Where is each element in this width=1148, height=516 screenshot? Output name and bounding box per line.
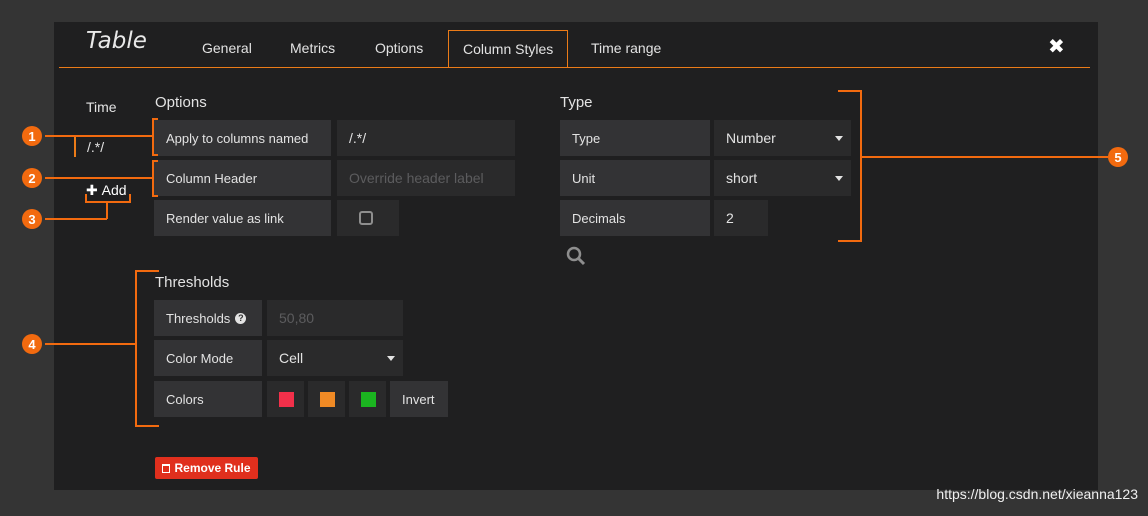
column-header-input[interactable]: Override header label [337, 160, 515, 196]
callout-line [45, 218, 107, 220]
unit-select-value: short [726, 170, 758, 186]
callout-bracket [152, 195, 158, 197]
thresholds-title: Thresholds [155, 274, 230, 291]
tab-general[interactable]: General [202, 40, 252, 56]
color-mode-value: Cell [279, 350, 304, 366]
color-swatch-fill [361, 392, 376, 407]
trash-icon [162, 463, 171, 473]
thresholds-label-text: Thresholds [166, 310, 231, 326]
caret-down-icon [835, 176, 843, 181]
callout-line [45, 343, 135, 345]
color-mode-select[interactable]: Cell [267, 340, 403, 376]
callout-bracket [106, 201, 108, 219]
unit-select[interactable]: short [714, 160, 851, 196]
decimals-label: Decimals [560, 200, 710, 236]
tab-metrics[interactable]: Metrics [290, 40, 335, 56]
close-icon[interactable]: ✖ [1048, 34, 1065, 59]
caret-down-icon [387, 356, 395, 361]
unit-label: Unit [560, 160, 710, 196]
colors-label: Colors [154, 381, 262, 417]
type-label: Type [560, 120, 710, 156]
tab-underline [59, 67, 1090, 68]
callout-badge: 2 [22, 168, 42, 188]
add-rule-button[interactable]: ✚ Add [86, 182, 127, 199]
options-title: Options [155, 94, 207, 111]
type-select[interactable]: Number [714, 120, 851, 156]
callout-badge: 5 [1108, 147, 1128, 167]
caret-down-icon [835, 136, 843, 141]
invert-button[interactable]: Invert [390, 381, 448, 417]
callout-line [45, 177, 152, 179]
tab-time-range[interactable]: Time range [591, 40, 661, 56]
type-select-value: Number [726, 130, 776, 146]
callout-bracket [135, 270, 137, 427]
color-swatch-3[interactable] [349, 381, 386, 417]
callout-line [862, 156, 1108, 158]
callout-bracket [85, 194, 87, 203]
color-swatch-fill [279, 392, 294, 407]
callout-bracket [135, 425, 159, 427]
callout-bracket [152, 118, 154, 155]
column-header-label: Column Header [154, 160, 331, 196]
decimals-input[interactable]: 2 [714, 200, 768, 236]
remove-rule-button[interactable]: Remove Rule [155, 457, 258, 479]
callout-badge: 1 [22, 126, 42, 146]
add-rule-label: Add [101, 182, 127, 198]
callout-bracket [135, 270, 159, 272]
rule-item[interactable]: /.*/ [87, 139, 104, 155]
type-title: Type [560, 94, 593, 111]
callout-bracket [838, 90, 862, 92]
tab-column-styles[interactable]: Column Styles [448, 30, 569, 67]
watermark: https://blog.csdn.net/xieanna123 [936, 486, 1138, 502]
callout-bracket [838, 240, 862, 242]
callout-bracket [129, 194, 131, 203]
callout-bracket [152, 160, 154, 197]
callout-line [45, 135, 152, 137]
callout-bracket [152, 154, 158, 156]
tab-options[interactable]: Options [375, 40, 423, 56]
plus-icon: ✚ [86, 182, 98, 198]
color-swatch-1[interactable] [267, 381, 304, 417]
callout-bracket [152, 160, 158, 162]
callout-badge: 4 [22, 334, 42, 354]
render-link-checkbox[interactable] [337, 200, 399, 236]
rules-header: Time [86, 99, 117, 115]
search-icon[interactable] [566, 246, 586, 266]
checkbox-icon [359, 211, 373, 225]
panel-editor: Table General Metrics Options Column Sty… [54, 22, 1098, 490]
panel-title: Table [86, 28, 147, 54]
thresholds-input[interactable]: 50,80 [267, 300, 403, 336]
help-icon[interactable]: ? [235, 312, 247, 324]
thresholds-label: Thresholds ? [154, 300, 262, 336]
active-rule-marker [74, 135, 76, 157]
render-link-label: Render value as link [154, 200, 331, 236]
color-swatch-2[interactable] [308, 381, 345, 417]
callout-bracket [152, 118, 158, 120]
color-mode-label: Color Mode [154, 340, 262, 376]
callout-badge: 3 [22, 209, 42, 229]
apply-columns-input[interactable]: /.*/ [337, 120, 515, 156]
remove-rule-label: Remove Rule [174, 461, 251, 475]
callout-bracket [860, 90, 862, 242]
color-swatch-fill [320, 392, 335, 407]
apply-columns-label: Apply to columns named [154, 120, 331, 156]
callout-bracket [85, 201, 131, 203]
